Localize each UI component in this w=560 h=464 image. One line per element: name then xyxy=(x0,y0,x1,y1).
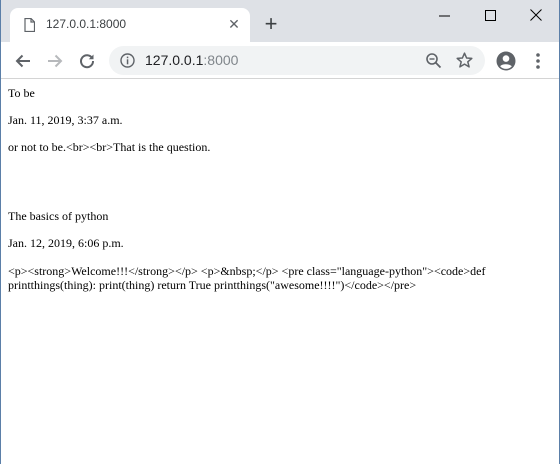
info-icon[interactable] xyxy=(120,53,135,68)
reload-icon[interactable] xyxy=(74,48,100,74)
page-content: To be Jan. 11, 2019, 3:37 a.m. or not to… xyxy=(1,80,559,464)
address-bar[interactable]: 127.0.0.1:8000 xyxy=(109,46,485,75)
minimize-icon[interactable] xyxy=(421,0,467,30)
post-body: or not to be.<br><br>That is the questio… xyxy=(8,140,211,154)
window-close-icon[interactable] xyxy=(513,0,559,30)
address-url[interactable]: 127.0.0.1:8000 xyxy=(145,52,238,68)
browser-window: 127.0.0.1:8000 ✕ + 127.0.0.1:8000 To be … xyxy=(0,0,560,464)
tab-title: 127.0.0.1:8000 xyxy=(46,17,127,31)
plus-icon[interactable]: + xyxy=(259,13,283,37)
kebab-menu-icon[interactable] xyxy=(531,51,545,71)
maximize-icon[interactable] xyxy=(467,0,513,30)
page-icon xyxy=(24,18,35,32)
url-port: :8000 xyxy=(203,52,239,68)
post-title: To be xyxy=(8,86,35,100)
browser-tab[interactable]: 127.0.0.1:8000 ✕ xyxy=(10,8,250,42)
tab-strip: 127.0.0.1:8000 ✕ + xyxy=(1,0,559,42)
post-title: The basics of python xyxy=(8,209,109,223)
toolbar: 127.0.0.1:8000 xyxy=(1,42,559,79)
zoom-out-icon[interactable] xyxy=(425,52,442,69)
forward-arrow-icon[interactable] xyxy=(42,48,68,74)
star-icon[interactable] xyxy=(456,52,473,69)
profile-icon[interactable] xyxy=(496,51,516,71)
back-arrow-icon[interactable] xyxy=(10,48,36,74)
post-date: Jan. 12, 2019, 6:06 p.m. xyxy=(8,236,124,250)
url-host: 127.0.0.1 xyxy=(145,52,204,68)
post-body: <p><strong>Welcome!!!</strong></p> <p>&n… xyxy=(8,264,486,292)
post-date: Jan. 11, 2019, 3:37 a.m. xyxy=(8,113,123,127)
close-icon[interactable]: ✕ xyxy=(226,16,242,32)
